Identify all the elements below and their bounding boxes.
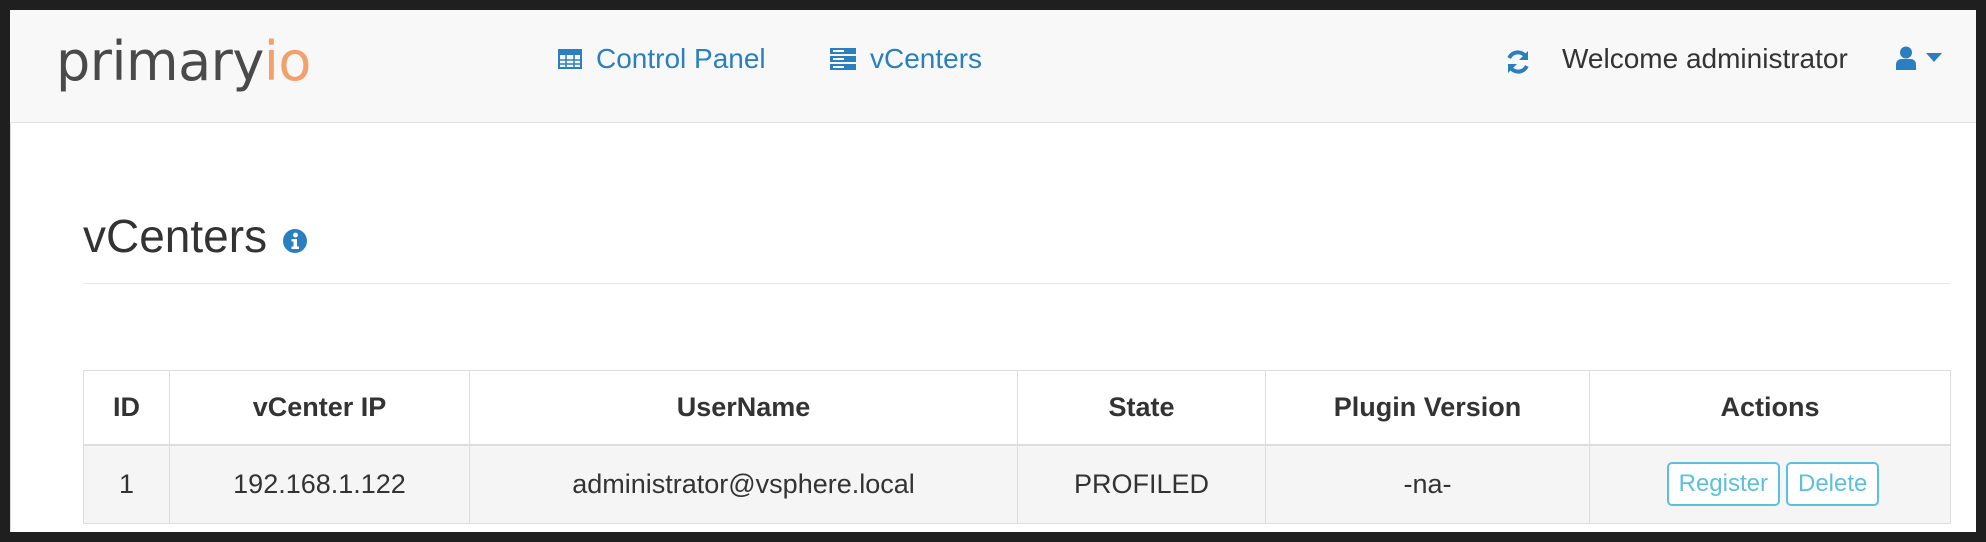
table-header-row: ID vCenter IP UserName State Plugin Vers… xyxy=(83,370,1951,446)
cell-state: PROFILED xyxy=(1017,444,1266,524)
title-divider xyxy=(83,283,1950,284)
header-username[interactable]: UserName xyxy=(469,370,1018,446)
user-icon xyxy=(1896,46,1916,70)
brand-logo[interactable]: primaryio xyxy=(56,32,311,92)
table-icon xyxy=(558,49,582,69)
brand-logo-primary: primary xyxy=(56,30,264,93)
cell-plugin-version: -na- xyxy=(1265,444,1590,524)
cell-vcenter-ip: 192.168.1.122 xyxy=(169,444,470,524)
cell-id: 1 xyxy=(83,444,170,524)
header-actions: Actions xyxy=(1589,370,1951,446)
delete-button[interactable]: Delete xyxy=(1786,462,1880,507)
top-navbar: primaryio Control Panel vCenters Welcome… xyxy=(10,10,1976,123)
page-title: vCenters xyxy=(83,210,268,262)
app-window: primaryio Control Panel vCenters Welcome… xyxy=(10,10,1976,532)
nav-vcenters-label: vCenters xyxy=(870,43,983,74)
nav-vcenters[interactable]: vCenters xyxy=(830,42,982,76)
refrash-icon[interactable] xyxy=(1504,48,1532,76)
vcenters-table: ID vCenter IP UserName State Plugin Vers… xyxy=(83,370,1951,524)
main-content: vCenters ID vCenter IP UserName State Pl… xyxy=(10,123,1976,532)
header-vcenter-ip[interactable]: vCenter IP xyxy=(169,370,470,446)
brand-logo-io: io xyxy=(263,30,312,93)
header-state[interactable]: State xyxy=(1017,370,1266,446)
info-icon[interactable] xyxy=(283,229,308,253)
cell-actions: Register Delete xyxy=(1589,444,1951,524)
nav-control-panel[interactable]: Control Panel xyxy=(558,42,766,76)
page-header: vCenters xyxy=(83,209,308,263)
nav-control-panel-label: Control Panel xyxy=(596,43,766,74)
server-icon xyxy=(830,48,856,70)
cell-username: administrator@vsphere.local xyxy=(469,444,1018,524)
user-menu-toggle[interactable] xyxy=(1896,46,1942,70)
welcome-text: Welcome administrator xyxy=(1562,43,1848,74)
table-row: 1 192.168.1.122 administrator@vsphere.lo… xyxy=(83,444,1951,524)
register-button[interactable]: Register xyxy=(1666,462,1780,507)
header-plugin-version[interactable]: Plugin Version xyxy=(1265,370,1590,446)
caret-down-icon xyxy=(1926,53,1942,62)
header-id[interactable]: ID xyxy=(83,370,170,446)
